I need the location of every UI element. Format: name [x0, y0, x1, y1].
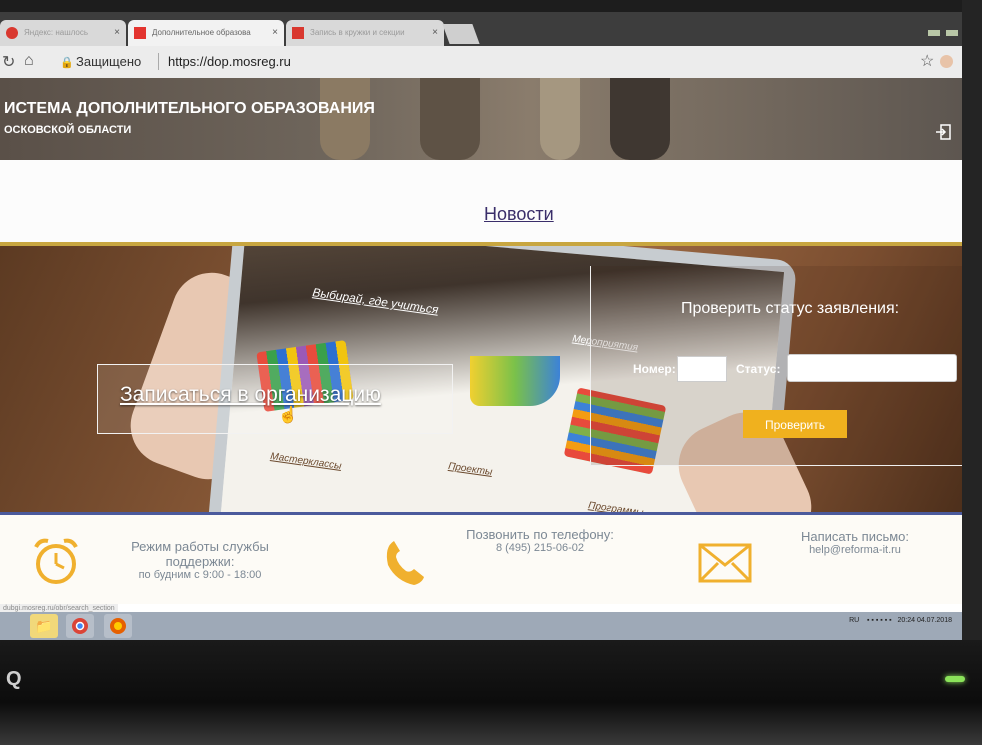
- monitor-bezel-top: [0, 0, 982, 12]
- minimize-window-icon[interactable]: [928, 30, 940, 36]
- mail-title: Написать письмо:: [800, 529, 910, 544]
- new-tab-button[interactable]: [442, 24, 480, 44]
- power-led-icon: [945, 676, 965, 682]
- support-hours: по будним с 9:00 - 18:00: [138, 569, 262, 581]
- yandex-favicon-icon: [6, 27, 18, 39]
- site-subtitle: ОСКОВСКОЙ ОБЛАСТИ: [4, 124, 132, 136]
- tab-enroll[interactable]: Запись в кружки и секции ×: [286, 20, 444, 46]
- phone-title: Позвонить по телефону:: [466, 527, 614, 542]
- tray-icons[interactable]: ▪ ▪ ▪ ▪ ▪ ▪: [867, 617, 892, 624]
- gosuslugi-favicon-icon: [292, 27, 304, 39]
- language-indicator[interactable]: RU: [849, 617, 859, 624]
- lock-icon[interactable]: 🔒: [60, 56, 74, 69]
- number-input[interactable]: [677, 356, 727, 382]
- close-tab-icon[interactable]: ×: [432, 20, 438, 46]
- status-label: Статус:: [736, 362, 781, 376]
- check-status-button[interactable]: Проверить: [743, 410, 847, 438]
- tab-label: Яндекс: нашлось: [24, 28, 89, 37]
- close-tab-icon[interactable]: ×: [272, 20, 278, 46]
- divider: [158, 53, 159, 70]
- status-input[interactable]: [787, 354, 957, 382]
- mail-address[interactable]: help@reforma-it.ru: [790, 544, 920, 556]
- monitor-bezel-right: [962, 0, 982, 640]
- monitor-bezel-bottom: [0, 640, 982, 745]
- chrome-icon[interactable]: [66, 614, 94, 638]
- support-hours-block: Режим работы службы поддержки: по будним…: [110, 539, 290, 581]
- status-check-panel: Проверить статус заявления: Номер: Стату…: [590, 266, 962, 466]
- file-explorer-icon[interactable]: 📁: [30, 614, 58, 638]
- phone-number[interactable]: 8 (495) 215-06-02: [460, 542, 620, 554]
- number-label: Номер:: [633, 362, 676, 376]
- enroll-box[interactable]: Записаться в организацию ☝: [97, 364, 453, 434]
- contact-footer: Режим работы службы поддержки: по будним…: [0, 512, 962, 604]
- refresh-icon[interactable]: ↻: [2, 52, 15, 72]
- home-icon[interactable]: ⌂: [24, 52, 34, 70]
- restore-window-icon[interactable]: [946, 30, 958, 36]
- tab-label: Дополнительное образова: [152, 28, 251, 37]
- extension-icon[interactable]: [940, 55, 953, 68]
- address-bar: ↻ ⌂ 🔒 Защищено https://dop.mosreg.ru ☆: [0, 46, 962, 79]
- tab-dop-education[interactable]: Дополнительное образова ×: [128, 20, 284, 46]
- browser-tab-strip: Яндекс: нашлось × Дополнительное образов…: [0, 12, 962, 46]
- bookmark-star-icon[interactable]: ☆: [920, 51, 934, 71]
- header-decor: [540, 78, 580, 160]
- secure-label[interactable]: Защищено: [76, 54, 141, 69]
- os-taskbar: 📁 RU ▪ ▪ ▪ ▪ ▪ ▪ 20:24 04.07.2018: [0, 612, 962, 640]
- close-tab-icon[interactable]: ×: [114, 20, 120, 46]
- header-decor: [610, 78, 670, 160]
- clock-time[interactable]: 20:24: [897, 617, 915, 624]
- phone-icon: [386, 541, 424, 585]
- url-input[interactable]: https://dop.mosreg.ru: [168, 54, 291, 69]
- clock-date[interactable]: 04.07.2018: [917, 617, 952, 624]
- monitor-screen: Яндекс: нашлось × Дополнительное образов…: [0, 12, 962, 640]
- site-header: ИСТЕМА ДОПОЛНИТЕЛЬНОГО ОБРАЗОВАНИЯ ОСКОВ…: [0, 78, 962, 160]
- enroll-link[interactable]: Записаться в организацию: [120, 383, 381, 407]
- site-favicon-icon: [134, 27, 146, 39]
- hero-banner: Выбирай, где учиться Мероприятия Мастерк…: [0, 242, 962, 512]
- paint-image: [470, 356, 560, 406]
- news-section: Новости: [0, 160, 962, 242]
- firefox-icon[interactable]: [104, 614, 132, 638]
- envelope-icon: [698, 543, 752, 583]
- news-link[interactable]: Новости: [484, 204, 554, 225]
- monitor-brand-logo: Q: [6, 668, 23, 690]
- site-title[interactable]: ИСТЕМА ДОПОЛНИТЕЛЬНОГО ОБРАЗОВАНИЯ: [4, 100, 375, 118]
- alarm-clock-icon: [34, 538, 78, 584]
- header-decor: [320, 78, 370, 160]
- header-decor: [420, 78, 480, 160]
- support-title: Режим работы службы поддержки:: [131, 539, 269, 569]
- tab-label: Запись в кружки и секции: [310, 28, 405, 37]
- phone-block: Позвонить по телефону: 8 (495) 215-06-02: [460, 527, 620, 554]
- tab-yandex[interactable]: Яндекс: нашлось ×: [0, 20, 126, 46]
- system-tray: RU ▪ ▪ ▪ ▪ ▪ ▪ 20:24 04.07.2018: [849, 617, 952, 624]
- status-check-title: Проверить статус заявления:: [681, 300, 900, 317]
- login-icon[interactable]: [935, 124, 951, 140]
- mail-block: Написать письмо: help@reforma-it.ru: [790, 529, 920, 556]
- hand-cursor-icon: ☝: [278, 407, 298, 424]
